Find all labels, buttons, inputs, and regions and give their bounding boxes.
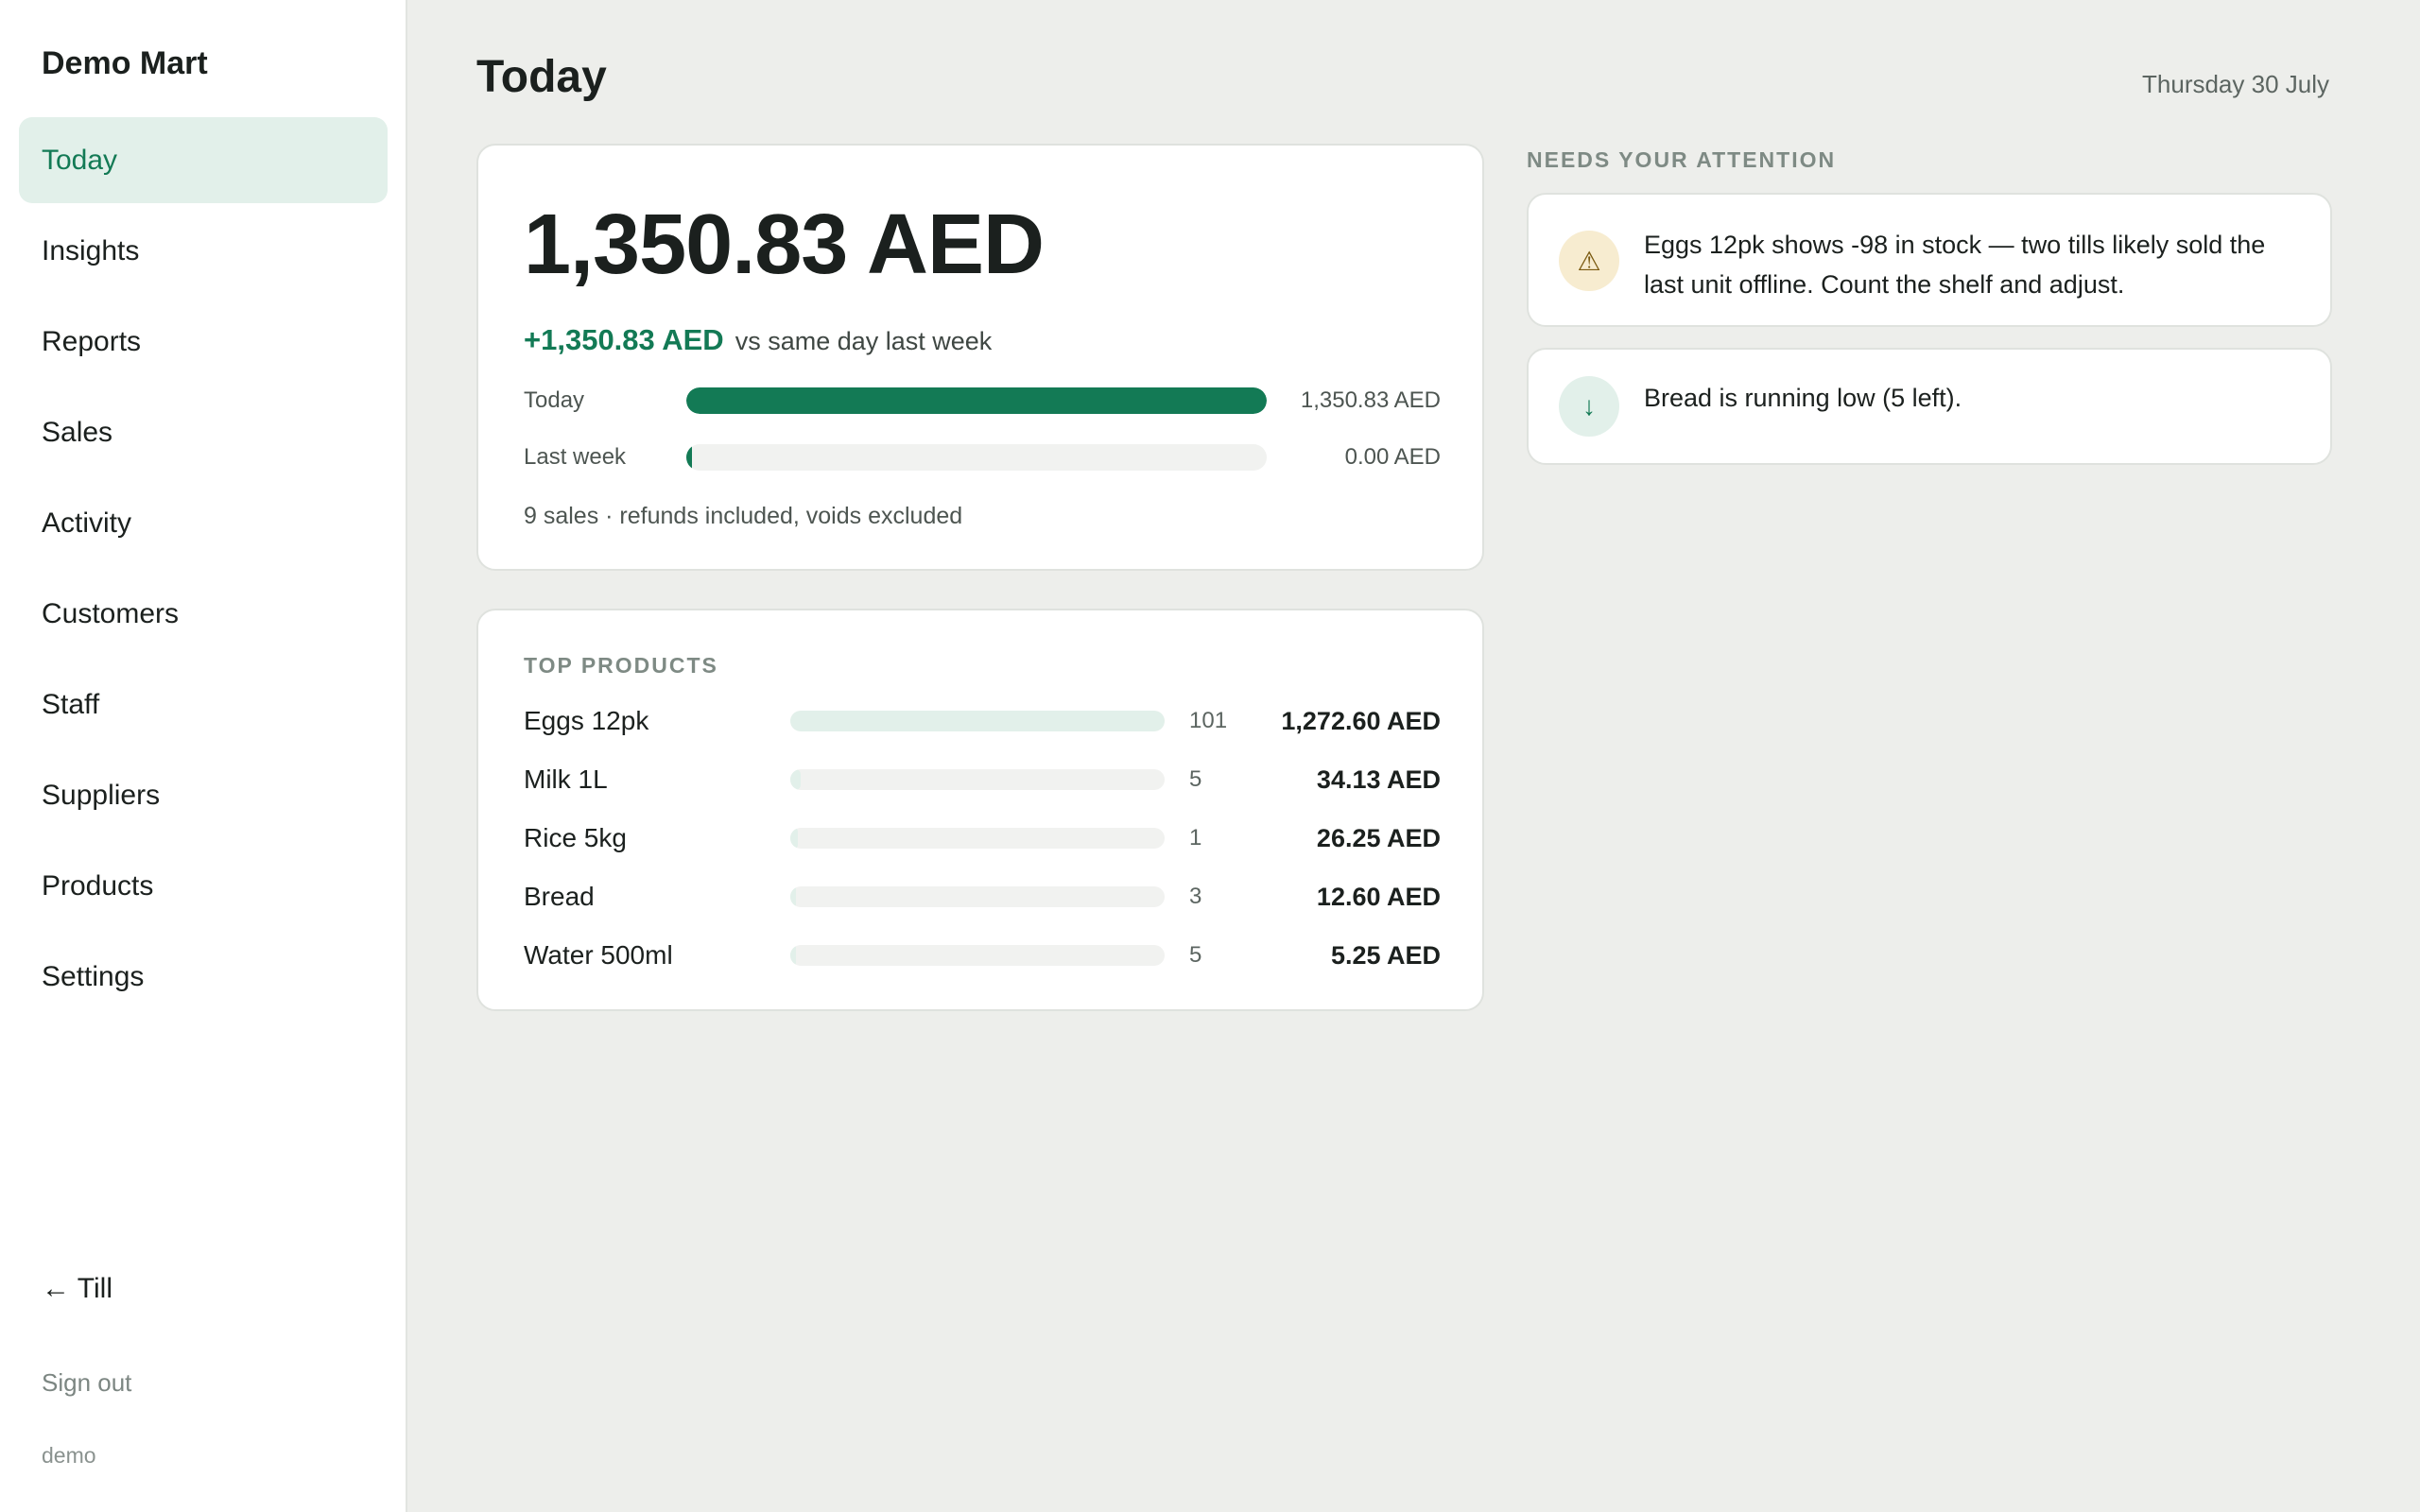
top-products-heading: TOP PRODUCTS <box>524 653 718 678</box>
brand-name: Demo Mart <box>42 45 208 81</box>
product-name: Eggs 12pk <box>524 706 649 735</box>
sidebar-item-label: Settings <box>42 960 145 992</box>
product-amount: 34.13 AED <box>1316 765 1441 794</box>
arrow-down-icon: ↓ <box>1559 376 1619 437</box>
sidebar-item-label: Today <box>42 144 118 176</box>
sidebar-item-insights[interactable]: Insights <box>19 208 388 294</box>
sidebar-item-sales[interactable]: Sales <box>19 389 388 475</box>
till-link[interactable]: ← Till <box>42 1273 112 1305</box>
sidebar-item-label: Products <box>42 869 154 902</box>
delta-value: +1,350.83 AED <box>524 323 724 356</box>
revenue-delta: +1,350.83 AED vs same day last week <box>524 323 992 357</box>
product-row[interactable]: Eggs 12pk 101 1,272.60 AED <box>524 699 1441 743</box>
sidebar-item-label: Suppliers <box>42 779 161 811</box>
product-name: Milk 1L <box>524 765 608 794</box>
product-qty: 101 <box>1189 708 1228 733</box>
sidebar-item-label: Activity <box>42 507 132 539</box>
sidebar-item-products[interactable]: Products <box>19 843 388 929</box>
page-title: Today <box>476 52 607 102</box>
sidebar-item-staff[interactable]: Staff <box>19 662 388 747</box>
sidebar: Demo Mart Today Insights Reports Sales A… <box>0 0 407 1512</box>
product-bar-track <box>790 769 1165 790</box>
product-name: Rice 5kg <box>524 823 627 852</box>
product-qty: 3 <box>1189 884 1202 909</box>
product-row[interactable]: Water 500ml 5 5.25 AED <box>524 934 1441 977</box>
product-row[interactable]: Rice 5kg 1 26.25 AED <box>524 816 1441 860</box>
sidebar-item-today[interactable]: Today <box>19 117 388 203</box>
sidebar-item-label: Customers <box>42 597 180 629</box>
comparison-label: Last week <box>524 444 627 470</box>
app-root: Demo Mart Today Insights Reports Sales A… <box>0 0 2420 1512</box>
sales-note: 9 sales · refunds included, voids exclud… <box>524 503 963 529</box>
comparison-bar-track <box>686 444 1267 471</box>
product-bar-fill <box>790 711 1165 731</box>
sidebar-item-label: Staff <box>42 688 100 720</box>
sidebar-item-reports[interactable]: Reports <box>19 299 388 385</box>
product-bar-fill <box>790 945 796 966</box>
sidebar-item-label: Sales <box>42 416 113 448</box>
comparison-bar-fill <box>686 444 692 471</box>
alert-text: Bread is running low (5 left). <box>1644 384 1962 412</box>
comparison-row-last-week: Last week 0.00 AED <box>524 438 1441 476</box>
alert-text: Eggs 12pk shows -98 in stock — two tills… <box>1644 231 2266 299</box>
product-qty: 5 <box>1189 766 1202 792</box>
product-amount: 1,272.60 AED <box>1281 706 1441 735</box>
sidebar-item-label: Reports <box>42 325 142 357</box>
sign-out-link[interactable]: Sign out <box>42 1368 131 1398</box>
product-amount: 12.60 AED <box>1316 882 1441 911</box>
revenue-card: 1,350.83 AED +1,350.83 AED vs same day l… <box>476 144 1484 571</box>
revenue-amount: 1,350.83 AED <box>524 198 1045 292</box>
comparison-bar-track <box>686 387 1267 414</box>
top-products-card: TOP PRODUCTS Eggs 12pk 101 1,272.60 AED … <box>476 609 1484 1011</box>
product-bar-fill <box>790 828 799 849</box>
delta-text: vs same day last week <box>735 327 993 355</box>
product-qty: 5 <box>1189 942 1202 968</box>
product-row[interactable]: Milk 1L 5 34.13 AED <box>524 758 1441 801</box>
comparison-bar-fill <box>686 387 1267 414</box>
product-bar-track <box>790 711 1165 731</box>
sidebar-item-settings[interactable]: Settings <box>19 934 388 1020</box>
main-content: Today Thursday 30 July 1,350.83 AED +1,3… <box>407 0 2420 1512</box>
comparison-value: 0.00 AED <box>1344 444 1441 470</box>
alert-negative-stock[interactable]: ⚠ Eggs 12pk shows -98 in stock — two til… <box>1527 193 2332 327</box>
sidebar-nav: Today Insights Reports Sales Activity Cu… <box>19 117 388 1024</box>
product-bar-fill <box>790 769 801 790</box>
product-bar-track <box>790 828 1165 849</box>
comparison-row-today: Today 1,350.83 AED <box>524 382 1441 420</box>
alert-low-stock[interactable]: ↓ Bread is running low (5 left). <box>1527 348 2332 465</box>
current-user: demo <box>42 1443 96 1468</box>
product-bar-fill <box>790 886 796 907</box>
product-qty: 1 <box>1189 825 1202 850</box>
product-name: Water 500ml <box>524 940 673 970</box>
product-amount: 5.25 AED <box>1330 940 1441 970</box>
product-bar-track <box>790 945 1165 966</box>
product-row[interactable]: Bread 3 12.60 AED <box>524 875 1441 919</box>
comparison-value: 1,350.83 AED <box>1300 387 1441 413</box>
product-name: Bread <box>524 882 595 911</box>
sidebar-item-customers[interactable]: Customers <box>19 571 388 657</box>
sidebar-item-suppliers[interactable]: Suppliers <box>19 752 388 838</box>
comparison-label: Today <box>524 387 585 413</box>
warning-icon: ⚠ <box>1559 231 1619 291</box>
sidebar-item-label: Insights <box>42 234 140 266</box>
product-amount: 26.25 AED <box>1316 823 1441 852</box>
page-date: Thursday 30 July <box>2142 70 2329 98</box>
sidebar-item-activity[interactable]: Activity <box>19 480 388 566</box>
product-bar-track <box>790 886 1165 907</box>
attention-heading: NEEDS YOUR ATTENTION <box>1527 147 1837 172</box>
